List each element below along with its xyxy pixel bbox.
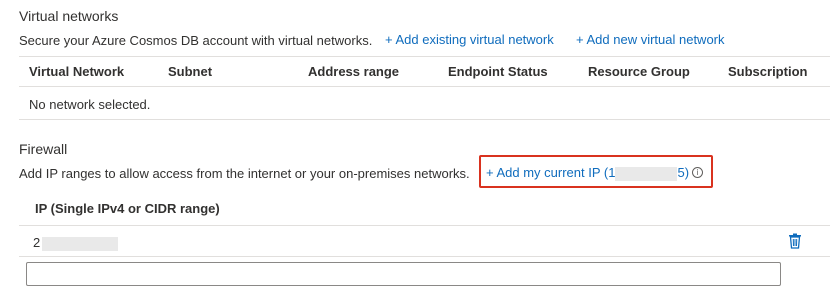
ip-header-divider	[19, 225, 830, 226]
virtual-networks-title: Virtual networks	[19, 8, 119, 24]
column-header-subscription: Subscription	[728, 64, 808, 79]
add-new-vnet-link[interactable]: + Add new virtual network	[576, 32, 725, 47]
add-current-ip-prefix: + Add my current IP (1	[486, 165, 616, 180]
column-header-address-range: Address range	[308, 64, 400, 79]
ip-row-visible-char: 2	[33, 235, 41, 250]
column-header-resource-group: Resource Group	[588, 64, 690, 79]
vnet-table-bottom-divider	[19, 119, 830, 120]
column-header-ip-range: IP (Single IPv4 or CIDR range)	[35, 201, 220, 216]
firewall-description: Add IP ranges to allow access from the i…	[19, 166, 470, 181]
vnet-table-top-divider	[19, 56, 830, 57]
ip-row-divider	[19, 256, 830, 257]
info-icon[interactable]: i	[692, 167, 703, 178]
vnet-empty-message: No network selected.	[29, 97, 151, 112]
column-header-virtual-network: Virtual Network	[29, 64, 125, 79]
vnet-header-divider	[19, 86, 830, 87]
column-header-endpoint-status: Endpoint Status	[448, 64, 548, 79]
add-existing-vnet-link[interactable]: + Add existing virtual network	[385, 32, 554, 47]
virtual-networks-description: Secure your Azure Cosmos DB account with…	[19, 33, 373, 48]
redacted-row-ip-mask	[42, 236, 119, 251]
add-current-ip-link[interactable]: + Add my current IP (1 5)	[486, 165, 689, 181]
ip-row-value: 2	[33, 235, 119, 251]
trash-icon[interactable]	[788, 233, 802, 249]
column-header-subnet: Subnet	[168, 64, 213, 79]
redacted-ip-mask	[615, 166, 678, 181]
new-ip-input[interactable]	[26, 262, 781, 286]
firewall-title: Firewall	[19, 141, 68, 157]
add-current-ip-suffix: 5)	[677, 165, 690, 180]
